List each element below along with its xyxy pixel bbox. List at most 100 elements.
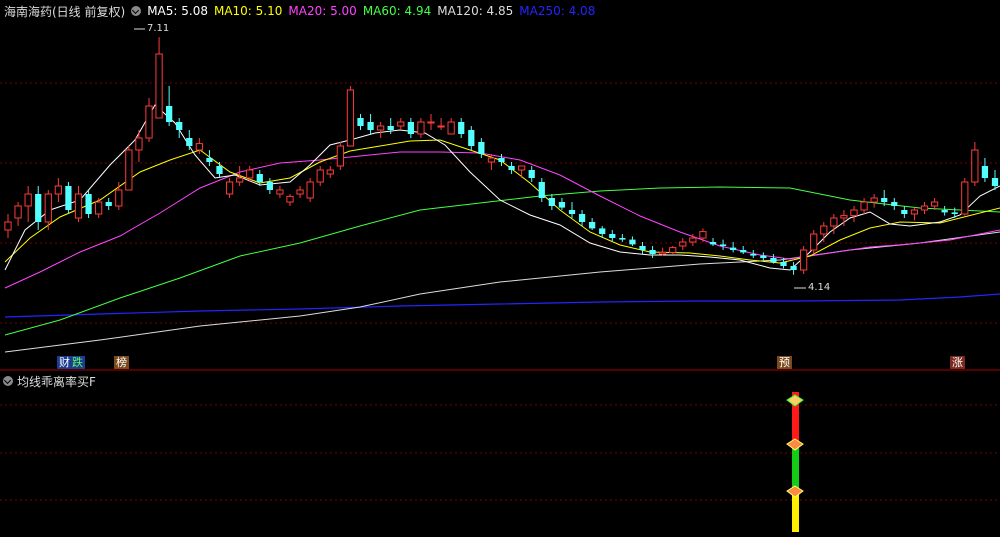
candle-body[interactable]: [981, 166, 989, 178]
event-tag-die[interactable]: 跌: [70, 356, 85, 369]
candle-body[interactable]: [891, 202, 898, 206]
candle-body[interactable]: [276, 189, 284, 195]
candle-body[interactable]: [346, 89, 355, 147]
candle-body[interactable]: [65, 186, 72, 210]
candle-body[interactable]: [830, 217, 838, 227]
candle-body[interactable]: [840, 215, 848, 219]
candle-body[interactable]: [24, 193, 32, 207]
candle-body[interactable]: [407, 122, 414, 134]
candle-body[interactable]: [115, 189, 123, 207]
candle-body[interactable]: [397, 121, 405, 127]
candle-body[interactable]: [528, 170, 535, 178]
event-tag-bang[interactable]: 榜: [114, 356, 129, 369]
candle-body[interactable]: [246, 169, 254, 179]
candle-body[interactable]: [930, 201, 939, 207]
chevron-down-icon[interactable]: [3, 376, 13, 386]
candle-body[interactable]: [901, 210, 908, 214]
event-tag-zhang[interactable]: 涨: [950, 356, 965, 369]
candle-body[interactable]: [790, 266, 797, 270]
candle-body[interactable]: [14, 205, 22, 219]
candle-body[interactable]: [750, 254, 757, 256]
candle-body[interactable]: [357, 118, 364, 126]
candle-body[interactable]: [95, 201, 103, 215]
candle-body[interactable]: [780, 262, 787, 266]
candle-body[interactable]: [881, 198, 888, 202]
candle-body[interactable]: [166, 106, 173, 122]
candle-body[interactable]: [639, 246, 646, 250]
candle-body[interactable]: [487, 157, 496, 163]
candle-body[interactable]: [518, 165, 526, 171]
candle-body[interactable]: [538, 182, 545, 198]
candle-body[interactable]: [961, 181, 969, 215]
candle-body[interactable]: [206, 158, 213, 162]
candle-body[interactable]: [589, 222, 596, 229]
candle-body[interactable]: [568, 210, 576, 214]
candle-body[interactable]: [4, 221, 12, 231]
candle-body[interactable]: [316, 169, 324, 183]
candle-body[interactable]: [941, 210, 948, 213]
candle-body[interactable]: [548, 198, 555, 206]
candle-body[interactable]: [216, 166, 223, 174]
candle-body[interactable]: [850, 209, 858, 217]
candle-body[interactable]: [508, 166, 515, 170]
candle-body[interactable]: [145, 105, 153, 139]
candle-body[interactable]: [689, 237, 697, 243]
candle-body[interactable]: [498, 158, 505, 162]
candle-body[interactable]: [387, 126, 394, 130]
candle-body[interactable]: [760, 255, 767, 258]
candle-body[interactable]: [35, 194, 42, 222]
candle-body[interactable]: [256, 174, 263, 182]
candle-body[interactable]: [286, 195, 294, 203]
candle-body[interactable]: [920, 205, 929, 211]
candle-body[interactable]: [105, 202, 112, 206]
candle-body[interactable]: [740, 250, 747, 253]
candle-body[interactable]: [719, 244, 727, 246]
candle-body[interactable]: [135, 137, 143, 151]
candle-body[interactable]: [85, 194, 92, 214]
candle-body[interactable]: [951, 212, 958, 214]
candle-body[interactable]: [195, 143, 203, 151]
candle-body[interactable]: [236, 177, 244, 183]
candle-body[interactable]: [377, 125, 385, 131]
candle-body[interactable]: [609, 234, 616, 238]
chevron-down-icon[interactable]: [131, 6, 142, 16]
candle-body[interactable]: [860, 201, 868, 211]
candle-body[interactable]: [659, 251, 667, 255]
candle-body[interactable]: [44, 193, 52, 223]
candle-body[interactable]: [54, 185, 62, 195]
candle-body[interactable]: [709, 242, 717, 245]
candle-body[interactable]: [155, 53, 163, 119]
candle-body[interactable]: [669, 247, 677, 253]
candle-body[interactable]: [336, 145, 344, 167]
candle-body[interactable]: [770, 258, 777, 262]
candle-body[interactable]: [186, 138, 193, 146]
candle-body[interactable]: [478, 142, 485, 154]
candle-body[interactable]: [266, 182, 273, 190]
candle-body[interactable]: [326, 169, 334, 175]
candle-body[interactable]: [458, 122, 465, 134]
candle-body[interactable]: [437, 125, 445, 128]
candle-body[interactable]: [649, 250, 656, 254]
candle-body[interactable]: [991, 178, 999, 186]
candle-body[interactable]: [306, 181, 314, 199]
candle-body[interactable]: [810, 233, 818, 251]
candle-body[interactable]: [910, 209, 919, 215]
candle-body[interactable]: [176, 122, 183, 130]
candle-body[interactable]: [699, 231, 707, 239]
candle-body[interactable]: [468, 130, 475, 146]
candle-body[interactable]: [225, 181, 234, 195]
candle-body[interactable]: [870, 197, 878, 203]
candle-body[interactable]: [679, 241, 687, 247]
candle-body[interactable]: [367, 122, 374, 130]
candle-body[interactable]: [619, 238, 626, 240]
candle-body[interactable]: [447, 121, 455, 135]
candle-body[interactable]: [971, 149, 979, 183]
candle-body[interactable]: [578, 214, 586, 222]
candle-body[interactable]: [296, 189, 304, 195]
stock-title[interactable]: 海南海药(日线 前复权): [4, 3, 125, 20]
event-tag-yu[interactable]: 预: [777, 356, 792, 369]
candle-body[interactable]: [820, 225, 828, 235]
candle-body[interactable]: [74, 193, 83, 219]
candle-body[interactable]: [417, 121, 425, 135]
candle-body[interactable]: [427, 121, 435, 124]
